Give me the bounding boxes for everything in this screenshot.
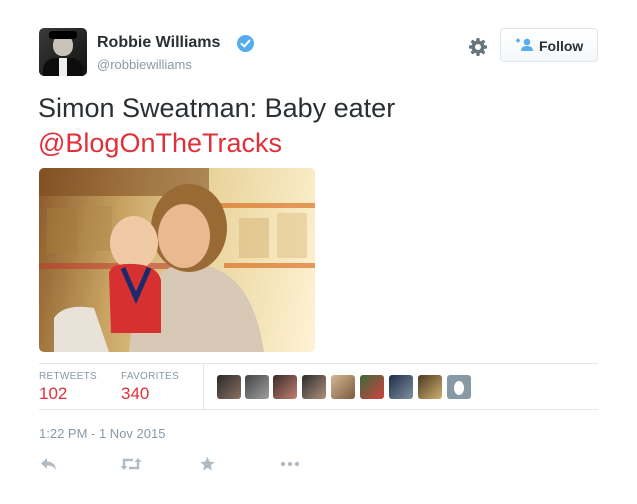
favorites-label: FAVORITES xyxy=(121,371,180,382)
reply-icon[interactable] xyxy=(39,456,59,472)
favorites-count[interactable]: 340 xyxy=(121,384,149,404)
author-avatar[interactable] xyxy=(39,28,87,76)
author-name[interactable]: Robbie Williams xyxy=(97,34,220,52)
favoriter-avatar[interactable] xyxy=(217,375,241,399)
retweets-count[interactable]: 102 xyxy=(39,384,67,404)
favoriter-avatar[interactable] xyxy=(447,375,471,399)
favoriter-avatar[interactable] xyxy=(331,375,355,399)
divider-bottom xyxy=(39,409,598,410)
stats-separator xyxy=(203,364,204,409)
mention-link[interactable]: @BlogOnTheTracks xyxy=(38,126,598,161)
tweet-photo[interactable] xyxy=(39,168,315,352)
tweet-body: Simon Sweatman: Baby eater xyxy=(38,93,396,123)
divider-top xyxy=(39,363,598,364)
favorite-icon[interactable] xyxy=(199,456,216,472)
gear-icon[interactable] xyxy=(466,35,490,59)
retweet-icon[interactable] xyxy=(120,456,142,472)
follow-person-icon xyxy=(516,38,533,51)
favoriter-avatar[interactable] xyxy=(302,375,326,399)
tweet-text: Simon Sweatman: Baby eater @BlogOnTheTra… xyxy=(38,91,598,161)
favoriter-avatar[interactable] xyxy=(273,375,297,399)
retweets-label: RETWEETS xyxy=(39,371,97,382)
favoriter-avatar[interactable] xyxy=(418,375,442,399)
author-handle[interactable]: @robbiewilliams xyxy=(97,57,192,72)
favoriter-avatar[interactable] xyxy=(245,375,269,399)
follow-label: Follow xyxy=(539,38,584,54)
egg-icon xyxy=(454,381,464,395)
follow-button[interactable]: Follow xyxy=(500,28,598,62)
favoriter-avatar[interactable] xyxy=(389,375,413,399)
favoriter-avatar[interactable] xyxy=(360,375,384,399)
more-icon[interactable] xyxy=(280,456,300,472)
tweet-timestamp[interactable]: 1:22 PM - 1 Nov 2015 xyxy=(39,426,165,441)
verified-icon xyxy=(237,35,254,52)
